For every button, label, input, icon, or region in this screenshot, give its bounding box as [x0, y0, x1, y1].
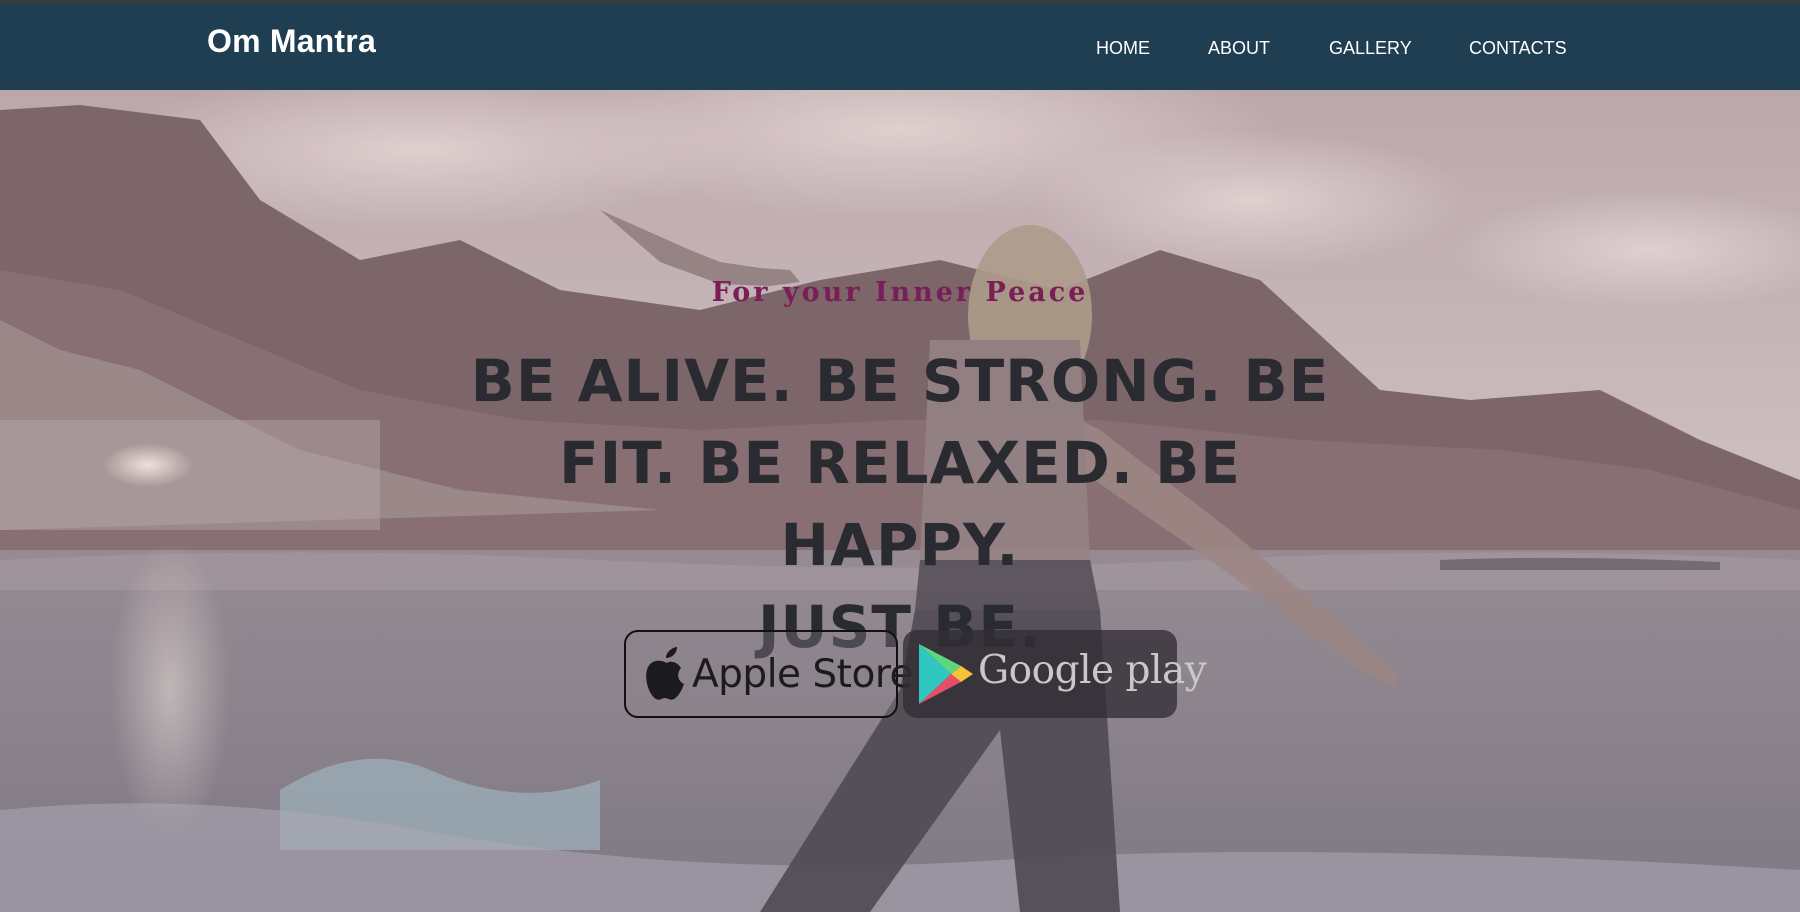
headline-line: BE ALIVE. BE STRONG. BE [470, 347, 1330, 415]
nav-about[interactable]: ABOUT [1208, 38, 1270, 59]
headline-line: FIT. BE RELAXED. BE HAPPY. [559, 429, 1241, 579]
apple-icon [646, 647, 684, 700]
hero-headline: BE ALIVE. BE STRONG. BE FIT. BE RELAXED.… [430, 340, 1370, 668]
nav-gallery[interactable]: GALLERY [1329, 38, 1412, 59]
hero-section: For your Inner Peace BE ALIVE. BE STRONG… [0, 90, 1800, 912]
apple-store-label: Apple Store [692, 652, 914, 697]
main-nav: HOME ABOUT GALLERY CONTACTS [0, 38, 1800, 68]
google-play-button[interactable]: Google play [903, 630, 1207, 718]
apple-store-button[interactable]: Apple Store [624, 630, 914, 718]
navbar: Om Mantra HOME ABOUT GALLERY CONTACTS [0, 3, 1800, 90]
nav-home[interactable]: HOME [1096, 38, 1150, 59]
google-play-label: Google play [978, 648, 1207, 693]
hero-subtitle: For your Inner Peace [711, 277, 1089, 308]
google-play-icon [919, 644, 973, 704]
nav-contacts[interactable]: CONTACTS [1469, 38, 1567, 59]
